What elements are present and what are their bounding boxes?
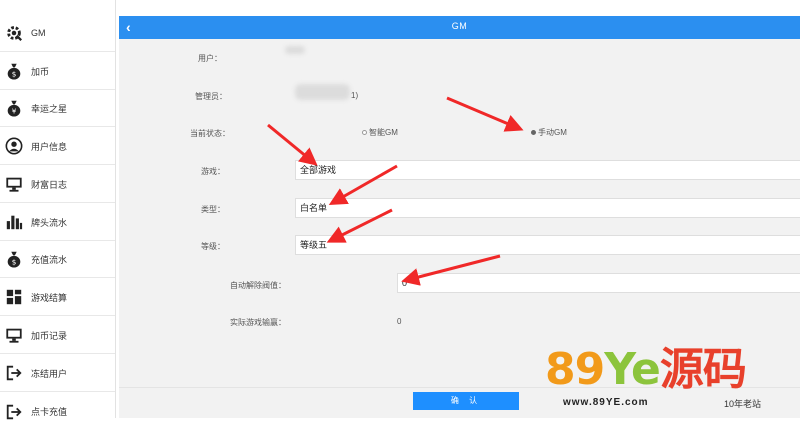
confirm-button[interactable]: 确 认 [413, 392, 519, 410]
sidebar-item-label: 幸运之星 [31, 103, 68, 114]
sidebar: GM $ 加币 ¥ 幸运之星 用户信息 财富日志 牌头流水 $ 充值流水 游戏结… [0, 0, 116, 419]
sidebar-item-add-coin-records[interactable]: 加币记录 [0, 317, 115, 354]
sidebar-item-user-info[interactable]: 用户信息 [0, 128, 115, 165]
actual-loss-label: 实际游戏输赢： [230, 318, 286, 327]
admin-value-suffix: 1) [351, 91, 359, 100]
gm-panel: ‹ GM 用户： 管理员： 1) 当前状态： 智能GM 手动GM 游戏： 全部游… [119, 16, 800, 418]
sidebar-item-recharge-flow[interactable]: $ 充值流水 [0, 241, 115, 278]
admin-value-redacted [295, 84, 350, 100]
level-input[interactable]: 等级五 [295, 235, 800, 255]
bar-chart-icon [5, 213, 23, 231]
header-bar: ‹ GM [119, 16, 800, 39]
radio-manual-gm[interactable]: 手动GM [531, 127, 567, 138]
radio-circle [362, 130, 367, 135]
type-input[interactable]: 白名单 [295, 198, 800, 218]
game-input[interactable]: 全部游戏 [295, 160, 800, 180]
sidebar-item-label: 充值流水 [31, 254, 68, 265]
sidebar-item-label: 游戏结算 [31, 292, 68, 303]
monitor-icon [5, 175, 23, 193]
sidebar-item-banker-flow[interactable]: 牌头流水 [0, 204, 115, 241]
sidebar-item-label: 加币记录 [31, 330, 68, 341]
divider [119, 387, 800, 388]
sidebar-item-label: 财富日志 [31, 179, 68, 190]
user-value-redacted [285, 46, 305, 54]
game-label: 游戏： [201, 167, 225, 176]
status-label: 当前状态： [190, 129, 230, 138]
sidebar-item-label: 牌头流水 [31, 217, 68, 228]
radio-smart-gm[interactable]: 智能GM [362, 127, 398, 138]
sidebar-item-lucky-star[interactable]: ¥ 幸运之星 [0, 90, 115, 127]
sidebar-item-wealth-log[interactable]: 财富日志 [0, 166, 115, 203]
radio-circle [531, 130, 536, 135]
money-bag-icon: $ [5, 250, 23, 268]
sidebar-item-label: 用户信息 [31, 141, 68, 152]
sidebar-item-add-coins[interactable]: $ 加币 [0, 53, 115, 90]
svg-text:$: $ [12, 257, 17, 266]
level-label: 等级： [201, 242, 225, 251]
type-label: 类型： [201, 205, 225, 214]
auto-threshold-label: 自动解除阀值： [230, 281, 286, 290]
sidebar-item-game-settlement[interactable]: 游戏结算 [0, 279, 115, 316]
admin-label: 管理员： [195, 92, 227, 101]
page-title: GM [451, 21, 468, 31]
sidebar-item-label: 冻结用户 [31, 368, 68, 379]
user-icon [5, 137, 23, 155]
sidebar-item-label: 点卡充值 [31, 407, 68, 417]
sidebar-item-label: GM [31, 28, 46, 38]
grid-icon [5, 288, 23, 306]
sidebar-item-card-recharge[interactable]: 点卡充值 [0, 393, 115, 430]
sidebar-item-gm[interactable]: GM [0, 15, 115, 52]
svg-text:¥: ¥ [12, 106, 17, 115]
svg-text:$: $ [12, 69, 17, 78]
money-bag-icon: $ [5, 62, 23, 80]
sidebar-item-label: 加币 [31, 66, 50, 77]
money-bag-icon: ¥ [5, 99, 23, 117]
user-label: 用户： [198, 54, 222, 63]
logout-icon [5, 364, 23, 382]
gear-icon [5, 24, 23, 42]
monitor-icon [5, 326, 23, 344]
radio-label: 手动GM [538, 128, 567, 137]
sidebar-item-freeze-user[interactable]: 冻结用户 [0, 355, 115, 392]
radio-label: 智能GM [369, 128, 398, 137]
actual-loss-value: 0 [397, 317, 402, 326]
auto-threshold-input[interactable]: 0 [397, 273, 800, 293]
